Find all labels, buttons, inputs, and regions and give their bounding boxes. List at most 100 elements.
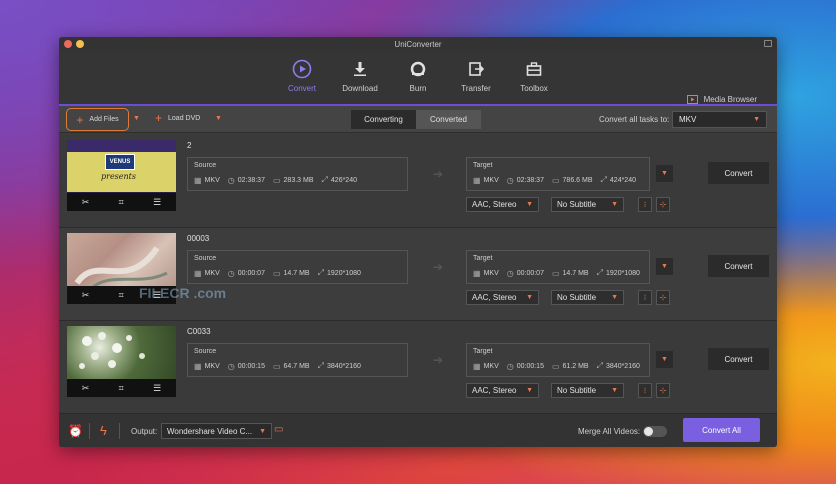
source-info: Source ▦ MKV ◷ 00:00:07 ▭ 14.7 MB ⤢ 1920*108… [187,250,408,284]
minimize-window-button[interactable] [76,40,84,48]
target-format-dropdown[interactable]: ▼ [656,351,673,368]
effects-icon[interactable]: ☰ [153,383,161,394]
info-button[interactable]: ⁝ [638,290,652,305]
transfer-icon [466,59,486,79]
feedback-icon[interactable] [764,40,772,47]
nav-burn-label: Burn [409,84,427,93]
nav-toolbox-label: Toolbox [520,84,548,93]
output-folder-select[interactable]: Wondershare Video C... ▼ [161,423,272,439]
load-dvd-button[interactable]: + Load DVD [155,112,200,124]
audio-select[interactable]: AAC, Stereo ▼ [466,197,539,212]
info-button[interactable]: ⁝ [638,383,652,398]
trim-icon[interactable]: ✂ [82,197,90,208]
source-format: MKV [204,362,220,370]
target-size: 61.2 MB [562,362,589,370]
source-format: MKV [204,176,220,184]
subtitle-value: No Subtitle [557,293,597,302]
folder-icon: ▭ [551,361,560,371]
source-size: 14.7 MB [283,269,310,277]
media-browser-button[interactable]: Media Browser [686,95,757,104]
open-folder-icon[interactable]: ▭ [274,424,283,435]
nav-transfer[interactable]: Transfer [454,59,498,104]
split-button[interactable]: ⊹ [656,383,670,398]
media-browser-icon [686,95,698,104]
tab-converted[interactable]: Converted [416,110,481,129]
trim-icon[interactable]: ✂ [82,290,90,301]
target-info: Target ▦ MKV ◷ 00:00:07 ▭ 14.7 MB ⤢ 1920*108… [466,250,650,284]
nav-download-label: Download [342,84,378,93]
target-label: Target [473,255,493,262]
chevron-down-icon: ▼ [611,294,618,301]
lightning-icon[interactable]: ϟ [100,423,107,438]
merge-videos-toggle[interactable] [643,426,667,437]
add-files-dropdown-icon[interactable]: ▼ [133,115,140,122]
add-files-button[interactable]: + Add Files [66,108,129,131]
source-info: Source ▦ MKV ◷ 02:38:37 ▭ 283.3 MB ⤢ 426*240 [187,157,408,191]
crop-icon[interactable]: ⌗ [119,197,124,208]
subtitle-select[interactable]: No Subtitle ▼ [551,383,624,398]
arrow-right-icon: ➔ [433,353,444,367]
plus-icon: + [155,111,163,125]
target-format: MKV [483,176,499,184]
list-item: VENUS presents ✂ ⌗ ☰ 2 Source ▦ MKV ◷ 02:3… [59,135,777,228]
target-size: 786.6 MB [562,176,593,184]
resolution-icon: ⤢ [600,175,607,184]
chevron-down-icon: ▼ [753,116,760,123]
thumbnail-tools: ✂ ⌗ ☰ [67,193,176,211]
info-button[interactable]: ⁝ [638,197,652,212]
window-controls [64,40,84,48]
clock-icon: ◷ [506,268,514,278]
thumbnail-tools: ✂ ⌗ ☰ [67,379,176,397]
convert-button[interactable]: Convert [708,162,769,184]
subtitle-select[interactable]: No Subtitle ▼ [551,197,624,212]
output-format-select[interactable]: MKV ▼ [672,111,767,128]
target-format-dropdown[interactable]: ▼ [656,258,673,275]
nav-transfer-label: Transfer [461,84,491,93]
target-duration: 00:00:15 [516,362,544,370]
resolution-icon: ⤢ [317,361,325,370]
nav-burn[interactable]: Burn [396,59,440,104]
split-button[interactable]: ⊹ [656,290,670,305]
subtitle-value: No Subtitle [557,386,597,395]
nav-download[interactable]: Download [338,59,382,104]
trim-icon[interactable]: ✂ [82,383,90,394]
nav-toolbox[interactable]: Toolbox [512,59,556,104]
target-resolution: 424*240 [609,176,636,184]
audio-select[interactable]: AAC, Stereo ▼ [466,290,539,305]
source-size: 283.3 MB [283,176,314,184]
target-resolution: 1920*1080 [606,269,640,277]
window-title: UniConverter [394,39,442,49]
audio-select[interactable]: AAC, Stereo ▼ [466,383,539,398]
list-item: ✂ ⌗ ☰ 00003 Source ▦ MKV ◷ 00:00:07 ▭ 14.7 … [59,228,777,321]
audio-value: AAC, Stereo [472,200,517,209]
convert-button[interactable]: Convert [708,348,769,370]
source-label: Source [194,162,217,169]
target-resolution: 3840*2160 [606,362,640,370]
subtitle-select[interactable]: No Subtitle ▼ [551,290,624,305]
source-label: Source [194,348,217,355]
effects-icon[interactable]: ☰ [153,197,161,208]
crop-icon[interactable]: ⌗ [119,383,124,394]
target-label: Target [473,162,493,169]
arrow-right-icon: ➔ [433,260,444,274]
folder-icon: ▭ [272,268,281,278]
divider [89,423,90,439]
load-dvd-dropdown-icon[interactable]: ▼ [215,115,222,122]
tab-converting[interactable]: Converting [351,110,416,129]
plus-icon: + [76,112,84,127]
split-button[interactable]: ⊹ [656,197,670,212]
file-name: 00003 [187,234,210,243]
convert-button[interactable]: Convert [708,255,769,277]
source-resolution: 3840*2160 [327,362,361,370]
target-info: Target ▦ MKV ◷ 00:00:15 ▭ 61.2 MB ⤢ 3840*216… [466,343,650,377]
convert-all-button[interactable]: Convert All [683,418,760,442]
file-name: 2 [187,141,192,150]
source-duration: 02:38:37 [237,176,265,184]
target-format-dropdown[interactable]: ▼ [656,165,673,182]
close-window-button[interactable] [64,40,72,48]
crop-icon[interactable]: ⌗ [119,290,124,301]
nav-convert[interactable]: Convert [280,59,324,104]
folder-icon: ▭ [272,175,281,185]
alarm-clock-icon[interactable]: ⏰ [68,424,83,438]
source-duration: 00:00:15 [237,362,265,370]
